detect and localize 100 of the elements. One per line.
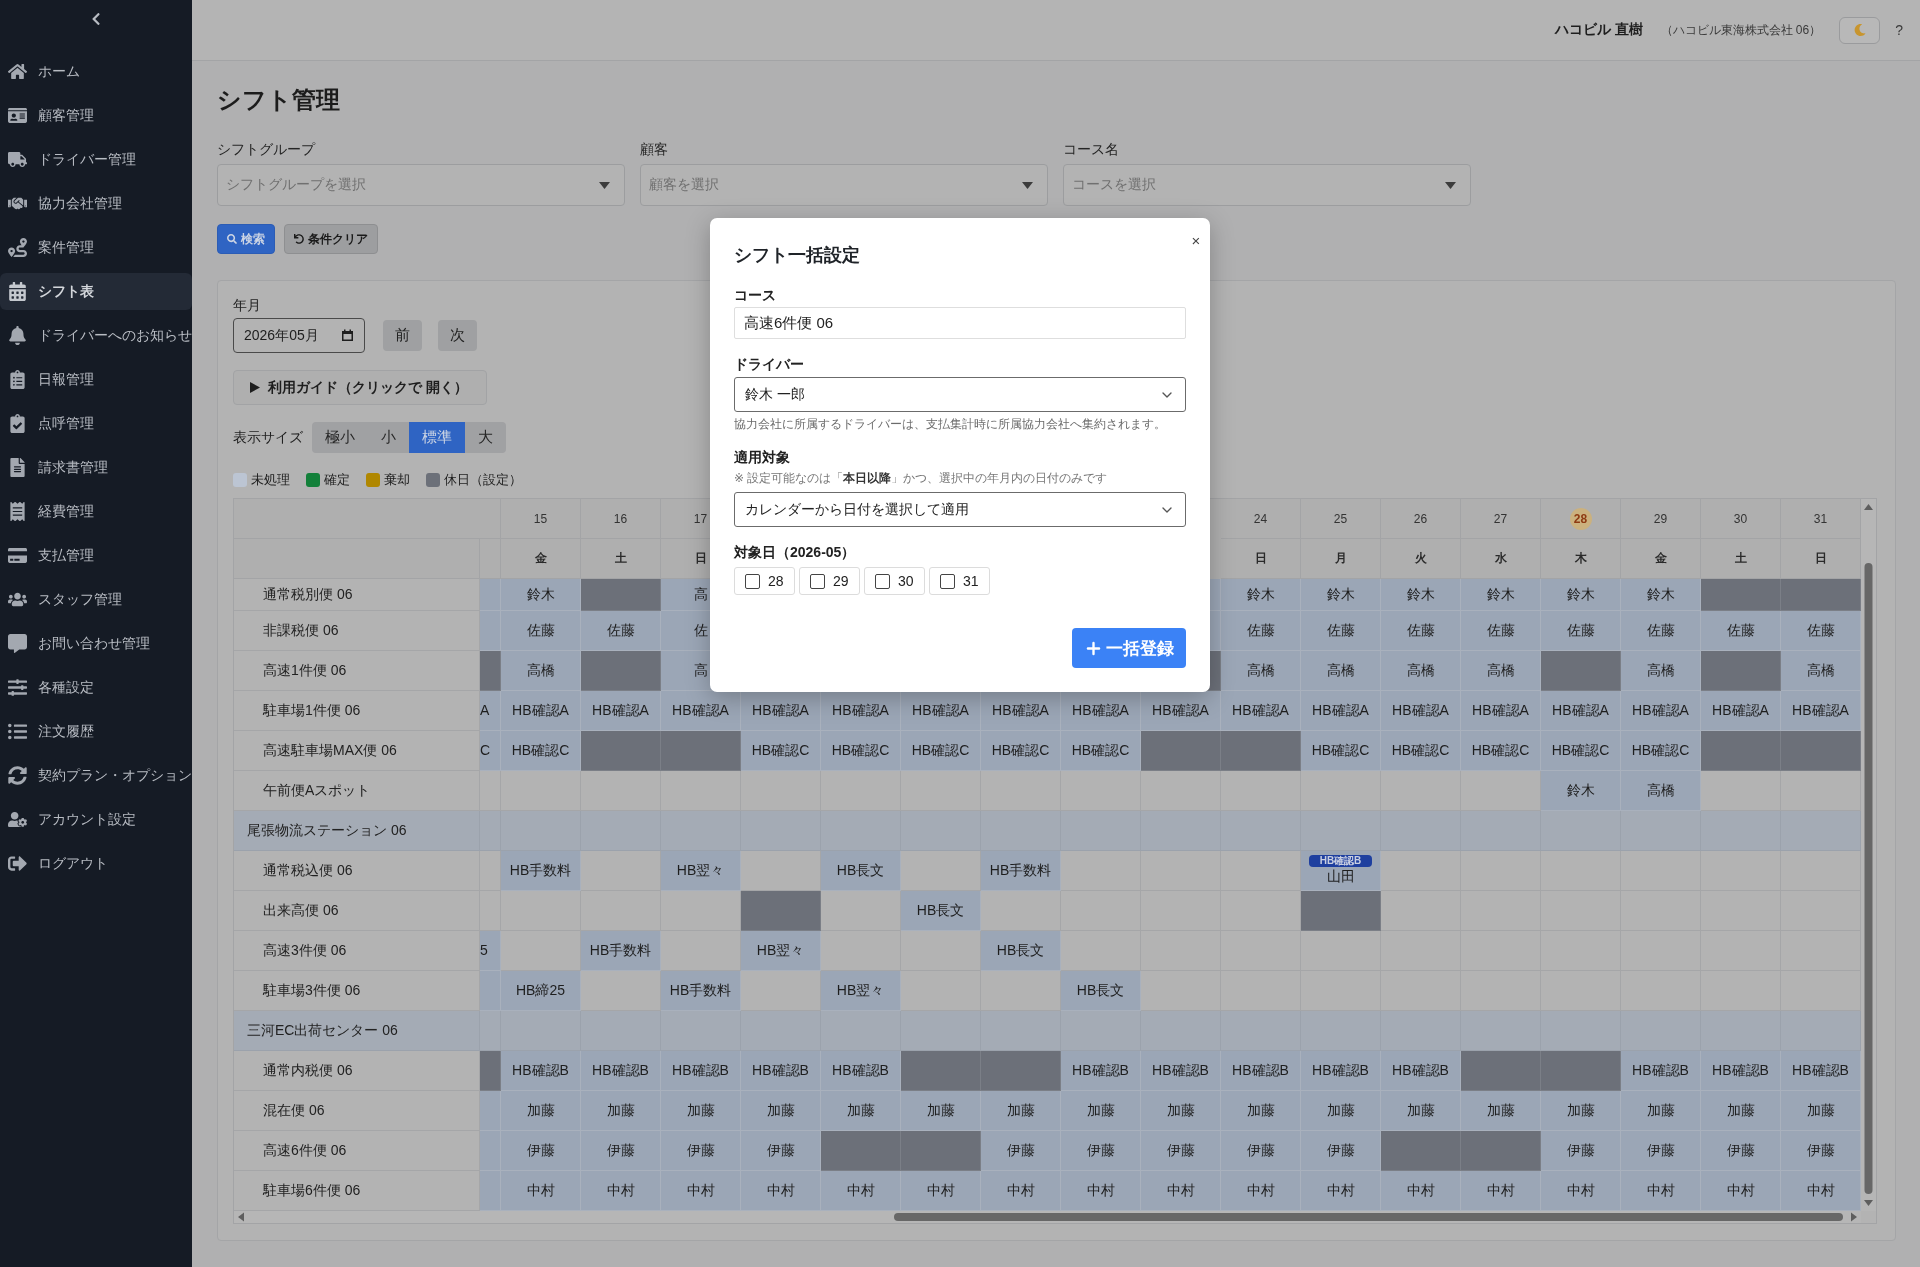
checkbox[interactable] xyxy=(940,573,955,589)
modal-title: シフト一括設定 xyxy=(734,244,860,267)
cell-text: 鈴木 xyxy=(1326,585,1355,604)
sidebar-item[interactable]: 案件管理 xyxy=(0,229,192,266)
course-name: 通常税込便 06 xyxy=(234,851,480,891)
cell-text: 中村 xyxy=(1486,1181,1515,1200)
company-name: （ハコビル東海株式会社 06） xyxy=(1660,21,1822,39)
sidebar-item[interactable]: スタッフ管理 xyxy=(0,581,192,618)
cell-text: 佐藤 xyxy=(1486,621,1515,640)
weekday: 金 xyxy=(1654,550,1667,567)
sidebar-item[interactable]: ログアウト xyxy=(0,845,192,882)
driver-select[interactable]: 鈴木 一郎 xyxy=(734,377,1186,412)
field-label: コース xyxy=(734,286,777,304)
cell-text: 鈴木 xyxy=(526,585,555,604)
cell-text: 加藤 xyxy=(1726,1101,1755,1120)
sidebar-item[interactable]: ホーム xyxy=(0,53,192,90)
cell-text: HB確認C xyxy=(1311,741,1370,760)
cell-text: 中村 xyxy=(846,1181,875,1200)
size-option[interactable]: 極小 xyxy=(312,422,368,453)
calendar-icon xyxy=(8,282,27,301)
prev-button[interactable]: 前 xyxy=(383,320,422,351)
cell-text: 中村 xyxy=(766,1181,795,1200)
logout-icon xyxy=(8,854,27,873)
cell-text: HB確認A xyxy=(1392,701,1449,720)
page-title: シフト管理 xyxy=(217,85,341,115)
help-link[interactable]: ? xyxy=(1895,22,1903,38)
sidebar-item[interactable]: 顧客管理 xyxy=(0,97,192,134)
sidebar-item[interactable]: 契約プラン・オプション xyxy=(0,757,192,794)
calendar-icon[interactable] xyxy=(341,329,354,342)
cell-text: 加藤 xyxy=(526,1101,555,1120)
sliders-icon xyxy=(8,678,27,697)
cell-text: HB確認B xyxy=(1632,1061,1689,1080)
cell-text: HB確認C xyxy=(751,741,810,760)
legend-label: 未処理 xyxy=(251,472,290,488)
theme-toggle-button[interactable] xyxy=(1839,16,1881,44)
cell-text: 中村 xyxy=(1246,1181,1275,1200)
cell-text: HB手数料 xyxy=(509,861,572,880)
clear-button[interactable]: 条件クリア xyxy=(284,224,378,254)
course-field[interactable]: 高速6件便 06 xyxy=(734,307,1186,339)
size-option[interactable]: 大 xyxy=(465,422,506,453)
cell-text: 高橋 xyxy=(1646,661,1675,680)
cell-text: HB長文 xyxy=(996,941,1045,960)
cell-text: 佐藤 xyxy=(1566,621,1595,640)
cell-text: HB手数料 xyxy=(989,861,1052,880)
next-button[interactable]: 次 xyxy=(438,320,477,351)
checkbox[interactable] xyxy=(745,573,760,589)
sidebar-item[interactable]: 支払管理 xyxy=(0,537,192,574)
sidebar-item[interactable]: ドライバーへのお知らせ xyxy=(0,317,192,354)
date-option[interactable]: 31 xyxy=(929,567,990,595)
date-option[interactable]: 28 xyxy=(734,567,795,595)
cell-text: HB手数料 xyxy=(669,981,732,1000)
sidebar-item[interactable]: ドライバー管理 xyxy=(0,141,192,178)
cell-text: 佐藤 xyxy=(526,621,555,640)
cell-text: HB確認A xyxy=(592,701,649,720)
shift-cell xyxy=(480,651,501,691)
sidebar-item[interactable]: 点呼管理 xyxy=(0,405,192,442)
cell-text: 伊藤 xyxy=(1086,1141,1115,1160)
filter-label: シフトグループ xyxy=(217,141,317,158)
cell-text: 鈴木 xyxy=(1566,585,1595,604)
month-field[interactable]: 2026年05月 xyxy=(233,318,365,353)
cell-text: 中村 xyxy=(686,1181,715,1200)
checkbox[interactable] xyxy=(810,573,825,589)
apply-mode-select[interactable]: カレンダーから日付を選択して適用 xyxy=(734,492,1186,527)
cell-text: 加藤 xyxy=(766,1101,795,1120)
cell-text: 加藤 xyxy=(1406,1101,1435,1120)
checkbox[interactable] xyxy=(875,573,890,589)
sidebar-item[interactable]: お問い合わせ管理 xyxy=(0,625,192,662)
cell-text: 加藤 xyxy=(1486,1101,1515,1120)
cell-text: HB確認B xyxy=(592,1061,649,1080)
date-option[interactable]: 30 xyxy=(864,567,925,595)
sidebar-item[interactable]: 協力会社管理 xyxy=(0,185,192,222)
sidebar-item[interactable]: 各種設定 xyxy=(0,669,192,706)
sidebar-item[interactable]: 請求書管理 xyxy=(0,449,192,486)
weekday: 水 xyxy=(1494,550,1507,567)
size-option[interactable]: 小 xyxy=(368,422,409,453)
sidebar-item[interactable]: シフト表 xyxy=(0,273,192,310)
sidebar-item[interactable]: 日報管理 xyxy=(0,361,192,398)
cell-text: HB確認A xyxy=(1552,701,1609,720)
date-option[interactable]: 29 xyxy=(799,567,860,595)
cell-text: 山田 xyxy=(1326,867,1355,886)
bulk-register-button[interactable]: 一括登録 xyxy=(1072,628,1186,668)
sidebar-item[interactable]: 経費管理 xyxy=(0,493,192,530)
size-option[interactable]: 標準 xyxy=(409,422,465,453)
cell-text: HB確認A xyxy=(672,701,729,720)
sidebar-item[interactable]: アカウント設定 xyxy=(0,801,192,838)
cell-text: HB確認A xyxy=(752,701,809,720)
close-button[interactable]: × xyxy=(1188,233,1204,249)
cell-text: 高橋 xyxy=(1246,661,1275,680)
cell-text: 加藤 xyxy=(1246,1101,1275,1120)
guide-toggle[interactable]: 利用ガイド（クリックで 開く） xyxy=(233,370,487,405)
bell-icon xyxy=(8,326,27,345)
cell-text: HB確認A xyxy=(1712,701,1769,720)
search-button[interactable]: 検索 xyxy=(217,224,275,254)
cell-text: 伊藤 xyxy=(1726,1141,1755,1160)
filter-label: コース名 xyxy=(1063,141,1120,158)
sidebar-item[interactable]: 注文履歴 xyxy=(0,713,192,750)
cell-text: HB確認C xyxy=(511,741,570,760)
cell-text: HB確認A xyxy=(1792,701,1849,720)
cell-text: HB確認C xyxy=(1551,741,1610,760)
shift-cell xyxy=(480,1051,501,1091)
